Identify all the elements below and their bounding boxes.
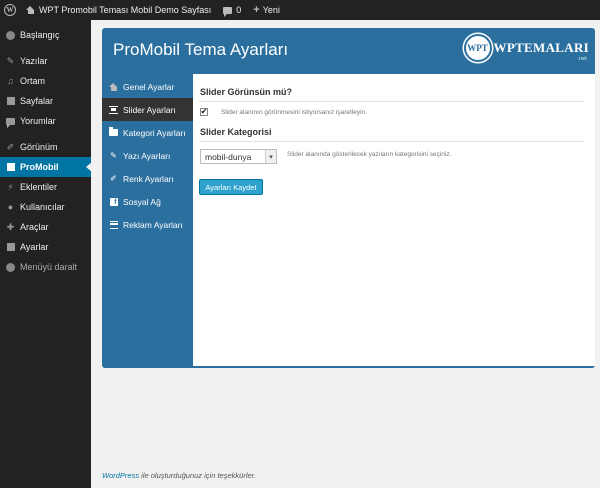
home-icon xyxy=(109,82,118,91)
slider-icon xyxy=(109,105,118,114)
brand-logo: WPT WPTEMALARI .net xyxy=(463,34,589,62)
sidebar-item-label: Ayarlar xyxy=(20,242,49,252)
settings-icon xyxy=(6,243,15,252)
sidebar-item-tools[interactable]: ✚ Araçlar xyxy=(0,217,91,237)
admin-bar: W WPT Promobil Teması Mobil Demo Sayfası… xyxy=(0,0,600,20)
tab-label: Yazı Ayarları xyxy=(123,150,171,161)
chevron-down-icon: ▾ xyxy=(265,150,276,163)
site-title: WPT Promobil Teması Mobil Demo Sayfası xyxy=(39,5,212,15)
sidebar-item-appearance[interactable]: ✐ Görünüm xyxy=(0,137,91,157)
sidebar-item-users[interactable]: ● Kullanıcılar xyxy=(0,197,91,217)
users-icon: ● xyxy=(7,202,14,212)
select-value: mobil-dunya xyxy=(205,151,252,162)
tab-reklam-ayarlari[interactable]: Reklam Ayarları xyxy=(102,213,193,236)
comments-count: 0 xyxy=(236,5,242,15)
tab-yazi-ayarlari[interactable]: ✎ Yazı Ayarları xyxy=(102,144,193,167)
plugins-icon: ⚡ xyxy=(7,181,14,192)
sidebar-item-label: Kullanıcılar xyxy=(20,202,65,212)
admin-footer: WordPress ile oluşturduğunuz için teşekk… xyxy=(102,471,256,480)
slider-category-heading: Slider Kategorisi xyxy=(200,127,272,137)
tab-label: Reklam Ayarları xyxy=(123,219,183,230)
tab-kategori-ayarlari[interactable]: Kategori Ayarları xyxy=(102,121,193,144)
sidebar-item-label: Yorumlar xyxy=(20,116,56,126)
sidebar-item-label: Görünüm xyxy=(20,142,58,152)
panel-header: ProMobil Tema Ayarları WPT WPTEMALARI .n… xyxy=(102,28,595,68)
sidebar-item-posts[interactable]: ✎ Yazılar xyxy=(0,51,91,71)
sidebar-item-label: Sayfalar xyxy=(20,96,54,106)
sidebar-item-label: Başlangıç xyxy=(20,30,60,40)
facebook-icon: f xyxy=(109,197,118,206)
slider-visible-checkbox[interactable]: ✔ xyxy=(200,108,208,116)
sidebar-item-settings[interactable]: Ayarlar xyxy=(0,237,91,257)
tab-label: Kategori Ayarları xyxy=(123,127,186,138)
page-title: ProMobil Tema Ayarları xyxy=(113,40,289,59)
comments-icon xyxy=(6,117,15,128)
brush-icon: ✐ xyxy=(110,174,117,183)
list-icon xyxy=(109,220,118,229)
checkmark-icon: ✔ xyxy=(200,107,208,116)
site-name-link[interactable]: WPT Promobil Teması Mobil Demo Sayfası xyxy=(20,0,217,20)
save-settings-button[interactable]: Ayarları Kaydet xyxy=(199,179,263,195)
new-label: Yeni xyxy=(262,5,280,15)
admin-sidebar: Başlangıç ✎ Yazılar ♫ Ortam Sayfalar Yor… xyxy=(0,20,92,488)
tab-label: Slider Ayarları xyxy=(123,104,176,115)
sidebar-item-label: Ortam xyxy=(20,76,46,86)
tools-icon: ✚ xyxy=(6,221,15,232)
sidebar-item-label: ProMobil xyxy=(20,162,59,172)
tab-slider-ayarlari[interactable]: Slider Ayarları xyxy=(102,98,193,121)
tab-renk-ayarlari[interactable]: ✐ Renk Ayarları xyxy=(102,167,193,190)
pin-icon: ✎ xyxy=(110,151,117,160)
sidebar-item-promobil[interactable]: ProMobil xyxy=(0,157,92,177)
settings-content: Slider Görünsün mü? ✔ Slider alanının gö… xyxy=(193,74,595,366)
appearance-icon: ✐ xyxy=(6,141,15,152)
folder-icon xyxy=(109,127,118,137)
divider xyxy=(199,141,585,142)
sidebar-item-dashboard[interactable]: Başlangıç xyxy=(0,25,91,45)
tab-label: Renk Ayarları xyxy=(123,173,174,184)
sidebar-item-label: Eklentiler xyxy=(20,182,58,192)
slider-visible-heading: Slider Görünsün mü? xyxy=(200,87,293,97)
footer-text: ile oluşturduğunuz için teşekkürler. xyxy=(139,471,256,480)
brand-text: WPTEMALARI .net xyxy=(493,40,589,62)
collapse-icon xyxy=(6,262,15,272)
collapse-menu-button[interactable]: Menüyü daralt xyxy=(0,257,91,277)
divider xyxy=(199,101,585,102)
sidebar-item-label: Menüyü daralt xyxy=(20,262,78,272)
comments-link[interactable]: 0 xyxy=(217,0,247,20)
tab-label: Genel Ayarlar xyxy=(123,81,175,92)
brand-suffix: .net xyxy=(577,56,587,62)
slider-category-hint: Slider alanında gösterilecek yazıların k… xyxy=(287,151,452,158)
mobile-icon xyxy=(6,163,15,172)
slider-category-select[interactable]: mobil-dunya ▾ xyxy=(200,149,277,164)
pin-icon: ✎ xyxy=(6,55,15,66)
tab-genel-ayarlar[interactable]: Genel Ayarlar xyxy=(102,75,193,98)
brand-badge: WPT xyxy=(463,34,492,62)
tab-sosyal-ag[interactable]: f Sosyal Ağ xyxy=(102,190,193,213)
sidebar-item-comments[interactable]: Yorumlar xyxy=(0,111,91,131)
comment-bubble-icon xyxy=(223,6,233,17)
sidebar-item-label: Araçlar xyxy=(20,222,49,232)
slider-visible-hint: Slider alanının görünmesini istiyorsanız… xyxy=(221,109,367,116)
tab-label: Sosyal Ağ xyxy=(123,196,161,207)
settings-tabs: Genel Ayarlar Slider Ayarları Kategori A… xyxy=(102,74,193,366)
sidebar-item-plugins[interactable]: ⚡ Eklentiler xyxy=(0,177,91,197)
media-icon: ♫ xyxy=(7,76,14,86)
pages-icon xyxy=(6,97,15,106)
new-content-link[interactable]: + Yeni xyxy=(247,0,286,20)
dashboard-icon xyxy=(6,30,15,40)
home-icon xyxy=(26,6,35,14)
wordpress-link[interactable]: WordPress xyxy=(102,471,139,480)
sidebar-item-label: Yazılar xyxy=(20,56,48,66)
sidebar-item-media[interactable]: ♫ Ortam xyxy=(0,71,91,91)
wordpress-logo-icon[interactable]: W xyxy=(0,0,20,20)
plus-icon: + xyxy=(253,3,260,16)
brand-name: WPTEMALARI xyxy=(493,40,589,55)
sidebar-item-pages[interactable]: Sayfalar xyxy=(0,91,91,111)
